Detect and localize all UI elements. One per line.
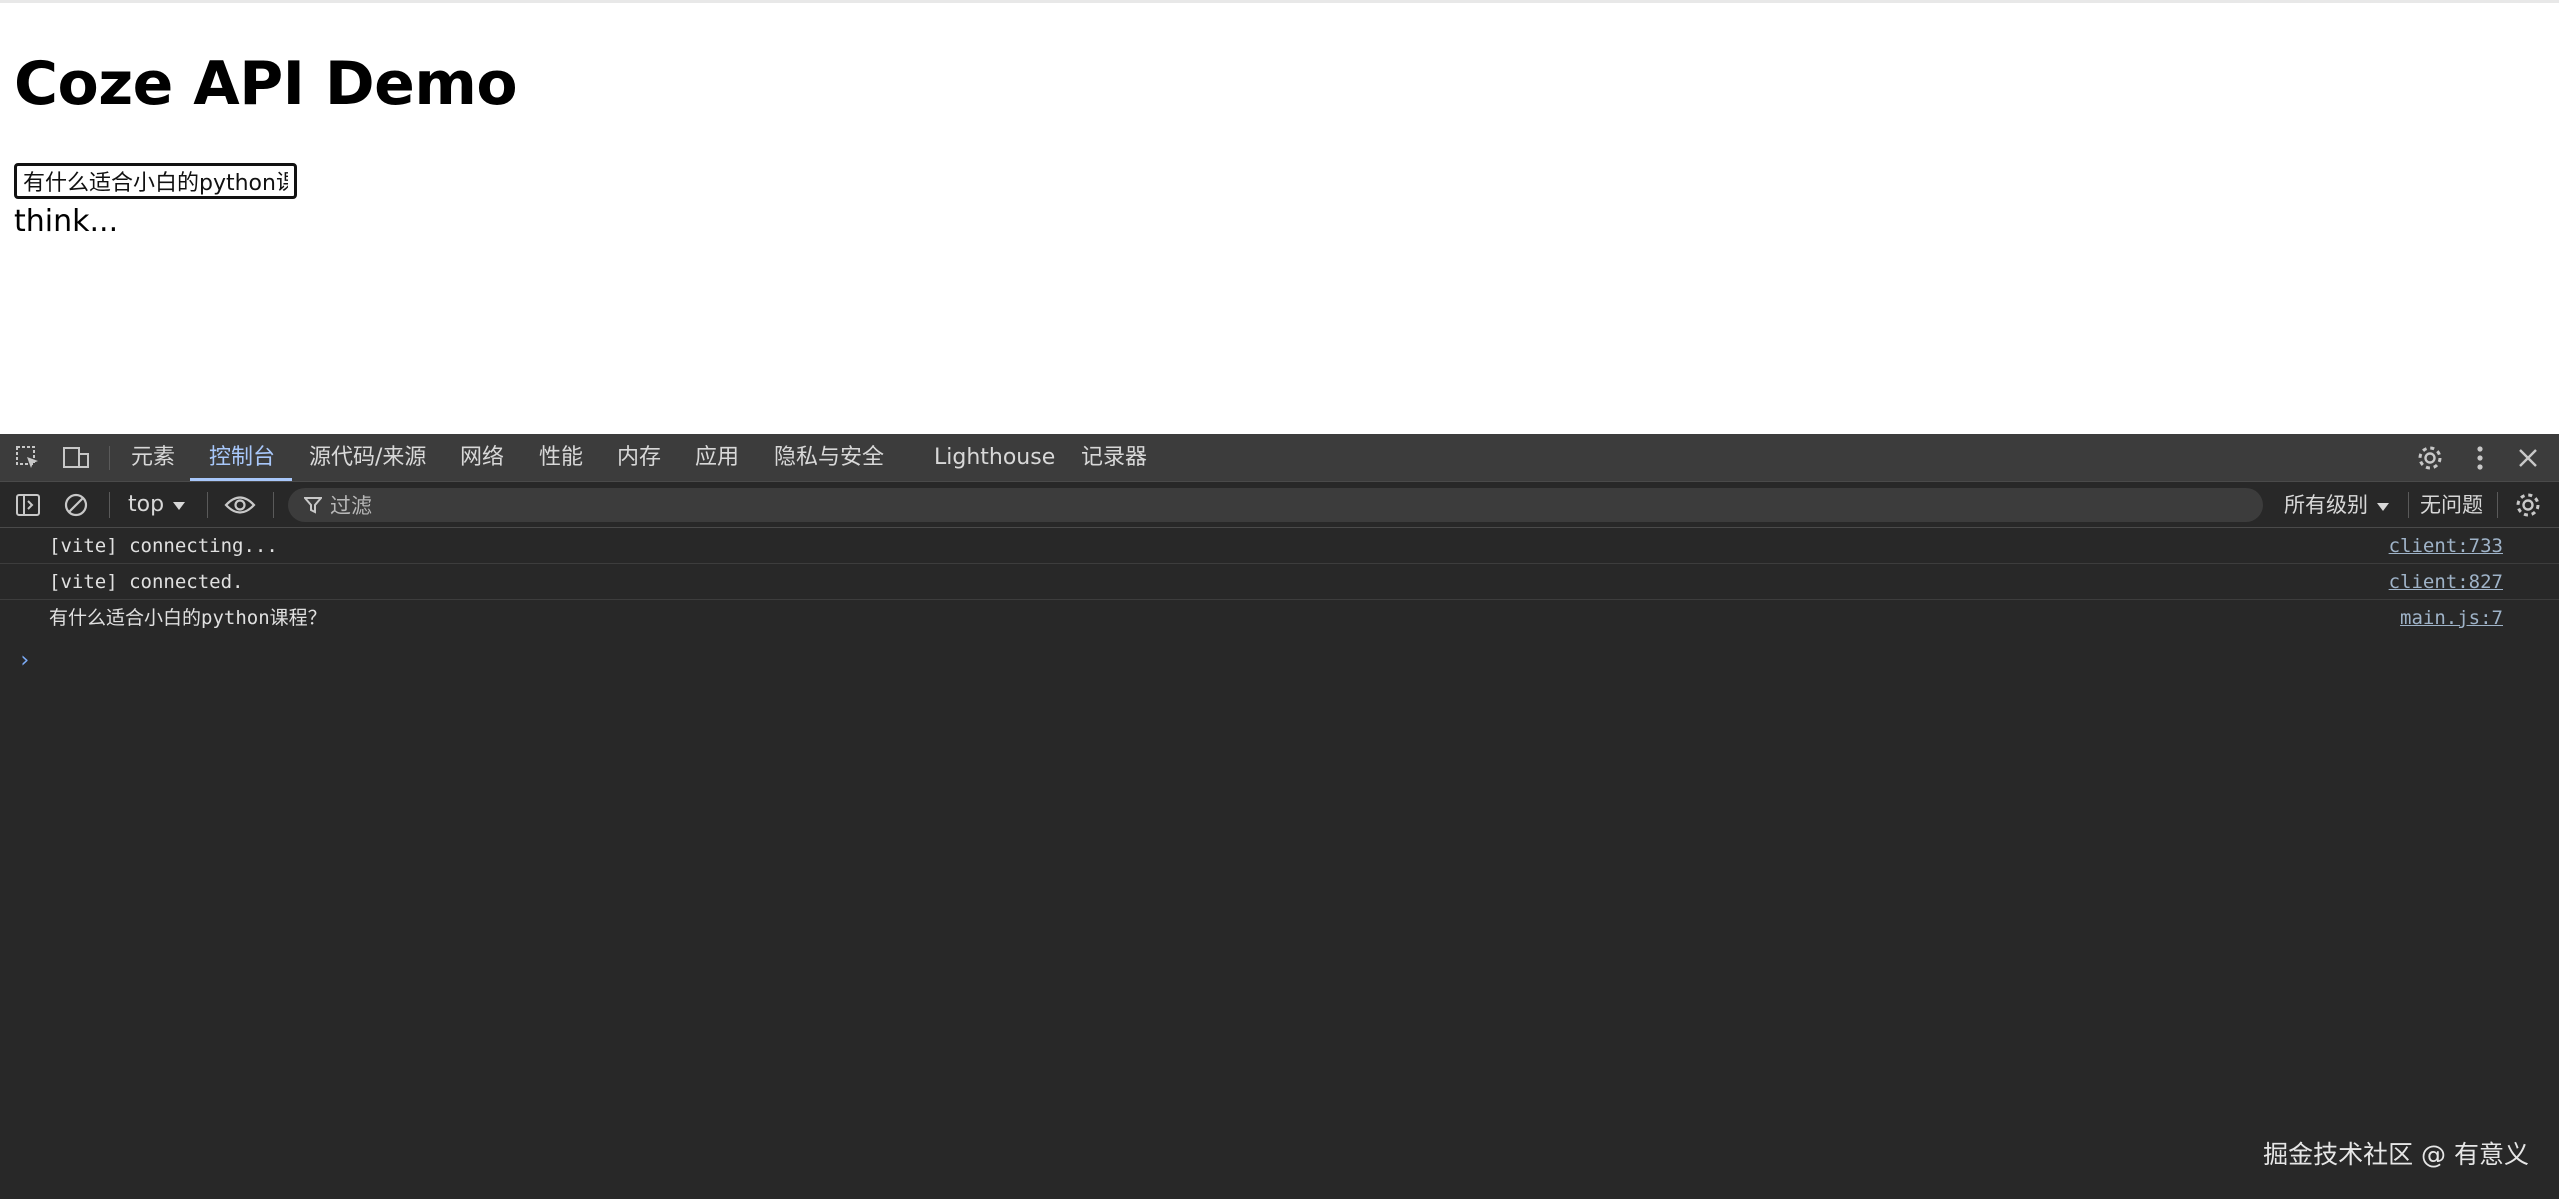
console-output: [vite] connecting... client:733 [vite] c… bbox=[0, 528, 2559, 673]
divider bbox=[2408, 492, 2409, 518]
log-message: [vite] connecting... bbox=[49, 535, 278, 557]
log-message: 有什么适合小白的python课程？ bbox=[49, 607, 327, 629]
log-levels-dropdown[interactable]: 所有级别 bbox=[2284, 490, 2390, 520]
console-prompt-chevron-icon[interactable]: › bbox=[18, 648, 31, 673]
watermark: 掘金技术社区 @ 有意义 bbox=[2263, 1140, 2529, 1169]
divider bbox=[207, 492, 208, 518]
tab-application[interactable]: 应用 bbox=[695, 434, 739, 481]
dropdown-arrow-icon bbox=[2376, 490, 2390, 520]
log-source-link[interactable]: client:733 bbox=[2389, 528, 2503, 564]
divider bbox=[109, 492, 110, 518]
log-levels-label: 所有级别 bbox=[2284, 493, 2368, 517]
tab-sources[interactable]: 源代码/来源 bbox=[309, 434, 426, 481]
dropdown-arrow-icon bbox=[172, 490, 186, 520]
live-expression-eye-icon[interactable] bbox=[222, 491, 258, 519]
console-toolbar: top 过滤 所有级别 无问题 bbox=[0, 482, 2559, 528]
active-tab-indicator bbox=[190, 478, 292, 481]
question-input[interactable] bbox=[14, 163, 297, 199]
tab-elements[interactable]: 元素 bbox=[131, 434, 175, 481]
devtools-tab-bar: 元素 控制台 源代码/来源 网络 性能 内存 应用 隐私与安全 Lighthou… bbox=[0, 434, 2559, 482]
divider bbox=[2497, 492, 2498, 518]
divider bbox=[273, 492, 274, 518]
issues-count[interactable]: 无问题 bbox=[2420, 490, 2483, 520]
filter-icon bbox=[304, 496, 322, 514]
filter-input[interactable]: 过滤 bbox=[288, 488, 2263, 522]
tab-performance[interactable]: 性能 bbox=[539, 434, 583, 481]
page-title: Coze API Demo bbox=[14, 49, 518, 119]
devtools-panel: 元素 控制台 源代码/来源 网络 性能 内存 应用 隐私与安全 Lighthou… bbox=[0, 434, 2559, 1199]
sidebar-toggle-icon[interactable] bbox=[14, 492, 42, 518]
web-page: Coze API Demo think... bbox=[0, 0, 2559, 434]
divider bbox=[109, 446, 110, 470]
filter-placeholder: 过滤 bbox=[330, 494, 372, 518]
device-toolbar-icon[interactable] bbox=[61, 445, 91, 471]
context-value: top bbox=[128, 492, 165, 517]
tab-console[interactable]: 控制台 bbox=[209, 434, 275, 481]
tab-privacy-security[interactable]: 隐私与安全 bbox=[774, 434, 884, 481]
more-options-icon[interactable] bbox=[2465, 444, 2495, 472]
console-log-row: 有什么适合小白的python课程？ main.js:7 bbox=[0, 600, 2559, 636]
tab-memory[interactable]: 内存 bbox=[617, 434, 661, 481]
console-log-row: [vite] connected. client:827 bbox=[0, 564, 2559, 600]
console-log-row: [vite] connecting... client:733 bbox=[0, 528, 2559, 564]
settings-gear-icon[interactable] bbox=[2415, 444, 2445, 472]
log-source-link[interactable]: client:827 bbox=[2389, 564, 2503, 600]
context-selector[interactable]: top bbox=[128, 490, 186, 520]
tab-lighthouse[interactable]: Lighthouse bbox=[934, 434, 1055, 481]
clear-console-icon[interactable] bbox=[62, 492, 90, 518]
close-icon[interactable] bbox=[2513, 444, 2543, 472]
log-source-link[interactable]: main.js:7 bbox=[2400, 600, 2503, 636]
console-settings-gear-icon[interactable] bbox=[2513, 491, 2543, 519]
tab-recorder[interactable]: 记录器 bbox=[1081, 434, 1147, 481]
status-text: think... bbox=[14, 204, 119, 239]
page-top-border bbox=[0, 0, 2559, 3]
inspect-element-icon[interactable] bbox=[14, 445, 42, 471]
tab-network[interactable]: 网络 bbox=[460, 434, 504, 481]
log-message: [vite] connected. bbox=[49, 571, 244, 593]
